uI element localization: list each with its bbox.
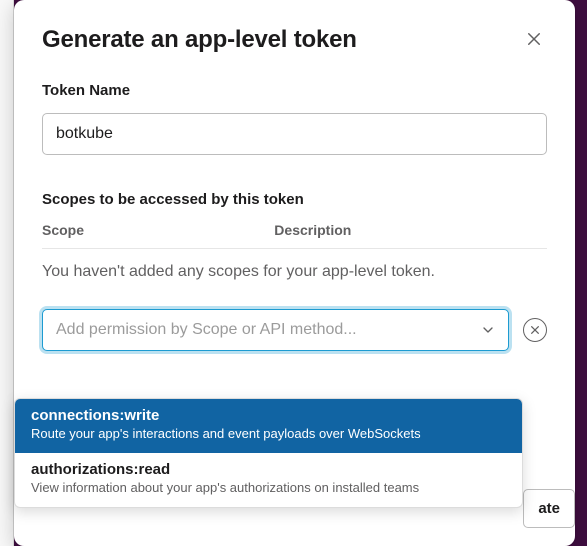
token-name-input[interactable] <box>42 113 547 155</box>
scope-option-name: connections:write <box>31 407 506 424</box>
column-description: Description <box>274 222 547 238</box>
scopes-section-label: Scopes to be accessed by this token <box>42 191 547 208</box>
modal-title: Generate an app-level token <box>42 26 357 54</box>
scope-search-input[interactable] <box>43 310 468 350</box>
scopes-columns-header: Scope Description <box>42 222 547 249</box>
x-icon <box>530 325 540 335</box>
column-scope: Scope <box>42 222 274 238</box>
scope-option-desc: View information about your app's author… <box>31 480 506 497</box>
generate-button[interactable]: ate <box>523 489 575 528</box>
token-name-label: Token Name <box>42 82 547 99</box>
scope-dropdown: connections:write Route your app's inter… <box>14 398 523 508</box>
chevron-down-icon <box>468 322 508 338</box>
close-button[interactable] <box>521 26 547 52</box>
scope-option-name: authorizations:read <box>31 461 506 478</box>
scope-option-desc: Route your app's interactions and event … <box>31 426 506 443</box>
clear-scope-button[interactable] <box>523 318 547 342</box>
empty-scopes-message: You haven't added any scopes for your ap… <box>42 263 547 281</box>
scope-option-connections-write[interactable]: connections:write Route your app's inter… <box>15 399 522 453</box>
scope-option-authorizations-read[interactable]: authorizations:read View information abo… <box>15 453 522 507</box>
close-icon <box>525 30 543 48</box>
scope-combobox[interactable] <box>42 309 509 351</box>
